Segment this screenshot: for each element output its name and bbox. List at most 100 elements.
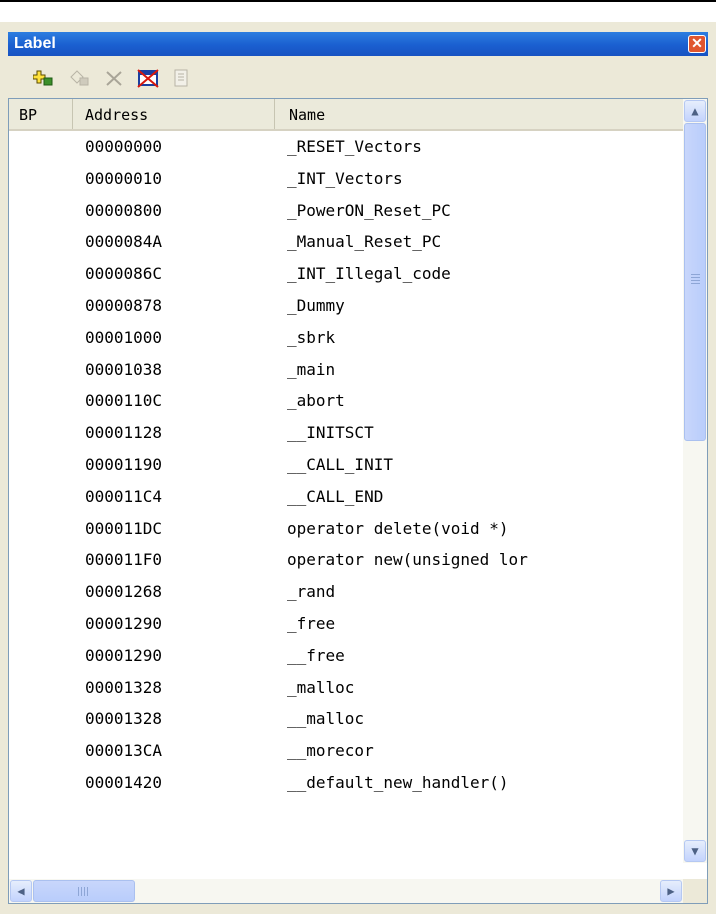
vertical-scrollbar[interactable]: ▲ ▼ bbox=[683, 99, 707, 863]
add-label-icon bbox=[33, 70, 53, 86]
chevron-left-icon: ◀ bbox=[17, 884, 25, 898]
scroll-up-button[interactable]: ▲ bbox=[684, 100, 706, 122]
name-cell: __CALL_END bbox=[287, 486, 384, 506]
table-row[interactable]: 00000000 _RESET_Vectors bbox=[9, 131, 683, 163]
name-cell: _Manual_Reset_PC bbox=[287, 232, 442, 252]
properties-button[interactable] bbox=[170, 66, 194, 90]
table-row[interactable]: 0000086C _INT_Illegal_code bbox=[9, 258, 683, 290]
name-cell: __CALL_INIT bbox=[287, 454, 393, 474]
table-row[interactable]: 00001268 _rand bbox=[9, 576, 683, 608]
address-cell: 00001038 bbox=[85, 359, 163, 379]
table-row[interactable]: 00001190 __CALL_INIT bbox=[9, 449, 683, 481]
address-cell: 00000878 bbox=[85, 295, 163, 315]
chevron-right-icon: ▶ bbox=[667, 884, 675, 898]
toolbar bbox=[8, 58, 708, 96]
address-cell: 00001290 bbox=[85, 613, 163, 633]
edit-label-button[interactable] bbox=[68, 66, 92, 90]
table-row[interactable]: 00001290 _free bbox=[9, 608, 683, 640]
table-row[interactable]: 00001128 __INITSCT bbox=[9, 417, 683, 449]
address-cell: 0000084A bbox=[85, 232, 163, 252]
table-row[interactable]: 00000800 _PowerON_Reset_PC bbox=[9, 195, 683, 227]
address-cell: 00001420 bbox=[85, 772, 163, 792]
name-cell: __INITSCT bbox=[287, 423, 374, 443]
label-window: Label ✕ BP Address Name 00000000 _RESET_… bbox=[0, 22, 716, 914]
name-cell: _INT_Illegal_code bbox=[287, 264, 451, 284]
delete-all-labels-button[interactable] bbox=[136, 66, 160, 90]
grip-line bbox=[691, 274, 700, 275]
delete-label-button[interactable] bbox=[102, 66, 126, 90]
label-table: BP Address Name 00000000 _RESET_Vectors 0… bbox=[8, 98, 708, 904]
table-row[interactable]: 00000010 _INT_Vectors bbox=[9, 163, 683, 195]
name-cell: _PowerON_Reset_PC bbox=[287, 200, 451, 220]
table-row[interactable]: 00001000 _sbrk bbox=[9, 322, 683, 354]
title-bar[interactable]: Label ✕ bbox=[8, 32, 708, 56]
name-cell: _rand bbox=[287, 582, 336, 602]
name-cell: operator delete(void *) bbox=[287, 518, 509, 538]
table-body: 00000000 _RESET_Vectors 00000010 _INT_Vect… bbox=[9, 131, 683, 863]
horizontal-scrollbar[interactable]: ◀ ▶ bbox=[9, 879, 683, 903]
scroll-right-button[interactable]: ▶ bbox=[660, 880, 682, 902]
address-cell: 00000800 bbox=[85, 200, 163, 220]
address-cell: 00000000 bbox=[85, 137, 163, 156]
name-cell: _Dummy bbox=[287, 295, 345, 315]
edit-label-icon bbox=[70, 70, 89, 86]
close-button[interactable]: ✕ bbox=[688, 35, 706, 53]
address-cell: 00001328 bbox=[85, 709, 163, 729]
address-cell: 0000086C bbox=[85, 264, 163, 284]
address-cell: 00001268 bbox=[85, 582, 163, 602]
add-label-button[interactable] bbox=[32, 66, 56, 90]
table-row[interactable]: 000011DC operator delete(void *) bbox=[9, 513, 683, 545]
name-cell: __morecor bbox=[287, 741, 374, 761]
scroll-down-button[interactable]: ▼ bbox=[684, 840, 706, 862]
chevron-up-icon: ▲ bbox=[691, 104, 699, 118]
grip-line bbox=[691, 283, 700, 284]
chevron-down-icon: ▼ bbox=[691, 844, 699, 858]
column-header-bp[interactable]: BP bbox=[9, 99, 73, 129]
address-cell: 000013CA bbox=[85, 741, 163, 761]
table-row[interactable]: 000011C4 __CALL_END bbox=[9, 481, 683, 513]
grip-line bbox=[691, 277, 700, 278]
table-row[interactable]: 00001328 _malloc bbox=[9, 672, 683, 704]
name-cell: __malloc bbox=[287, 709, 365, 729]
table-row[interactable]: 00001420 __default_new_handler() bbox=[9, 767, 683, 799]
table-row[interactable]: 00001038 _main bbox=[9, 354, 683, 386]
delete-label-icon bbox=[106, 71, 122, 86]
properties-icon bbox=[174, 69, 188, 87]
table-row[interactable]: 0000110C _abort bbox=[9, 385, 683, 417]
grip-line bbox=[81, 887, 82, 896]
column-header-name[interactable]: Name bbox=[275, 99, 683, 129]
table-row[interactable]: 0000084A _Manual_Reset_PC bbox=[9, 226, 683, 258]
address-cell: 00001000 bbox=[85, 327, 163, 347]
name-cell: _free bbox=[287, 613, 336, 633]
scrollbar-corner bbox=[683, 879, 707, 903]
table-row[interactable]: 000011F0 operator new(unsigned lor bbox=[9, 544, 683, 576]
address-cell: 000011C4 bbox=[85, 486, 163, 506]
address-cell: 0000110C bbox=[85, 391, 163, 411]
top-border bbox=[0, 0, 716, 2]
address-cell: 00001128 bbox=[85, 423, 163, 443]
horizontal-scroll-thumb[interactable] bbox=[33, 880, 135, 902]
grip-line bbox=[78, 887, 79, 896]
address-cell: 00001328 bbox=[85, 677, 163, 697]
name-cell: _abort bbox=[287, 391, 345, 411]
name-cell: _malloc bbox=[287, 677, 355, 697]
table-row[interactable]: 00000878 _Dummy bbox=[9, 290, 683, 322]
delete-all-labels-icon bbox=[137, 69, 159, 88]
name-cell: _main bbox=[287, 359, 336, 379]
table-header: BP Address Name bbox=[9, 99, 683, 131]
name-cell: _INT_Vectors bbox=[287, 168, 403, 188]
address-cell: 000011F0 bbox=[85, 550, 163, 570]
column-header-address[interactable]: Address bbox=[73, 99, 275, 129]
table-row[interactable]: 00001290 __free bbox=[9, 640, 683, 672]
grip-line bbox=[87, 887, 88, 896]
table-row[interactable]: 000013CA __morecor bbox=[9, 735, 683, 767]
vertical-scroll-thumb[interactable] bbox=[684, 123, 706, 441]
grip-line bbox=[84, 887, 85, 896]
name-cell: _sbrk bbox=[287, 327, 336, 347]
name-cell: operator new(unsigned lor bbox=[287, 550, 528, 570]
address-cell: 00001290 bbox=[85, 645, 163, 665]
table-row[interactable]: 00001328 __malloc bbox=[9, 703, 683, 735]
grip-line bbox=[691, 280, 700, 281]
scroll-left-button[interactable]: ◀ bbox=[10, 880, 32, 902]
address-cell: 00001190 bbox=[85, 454, 163, 474]
